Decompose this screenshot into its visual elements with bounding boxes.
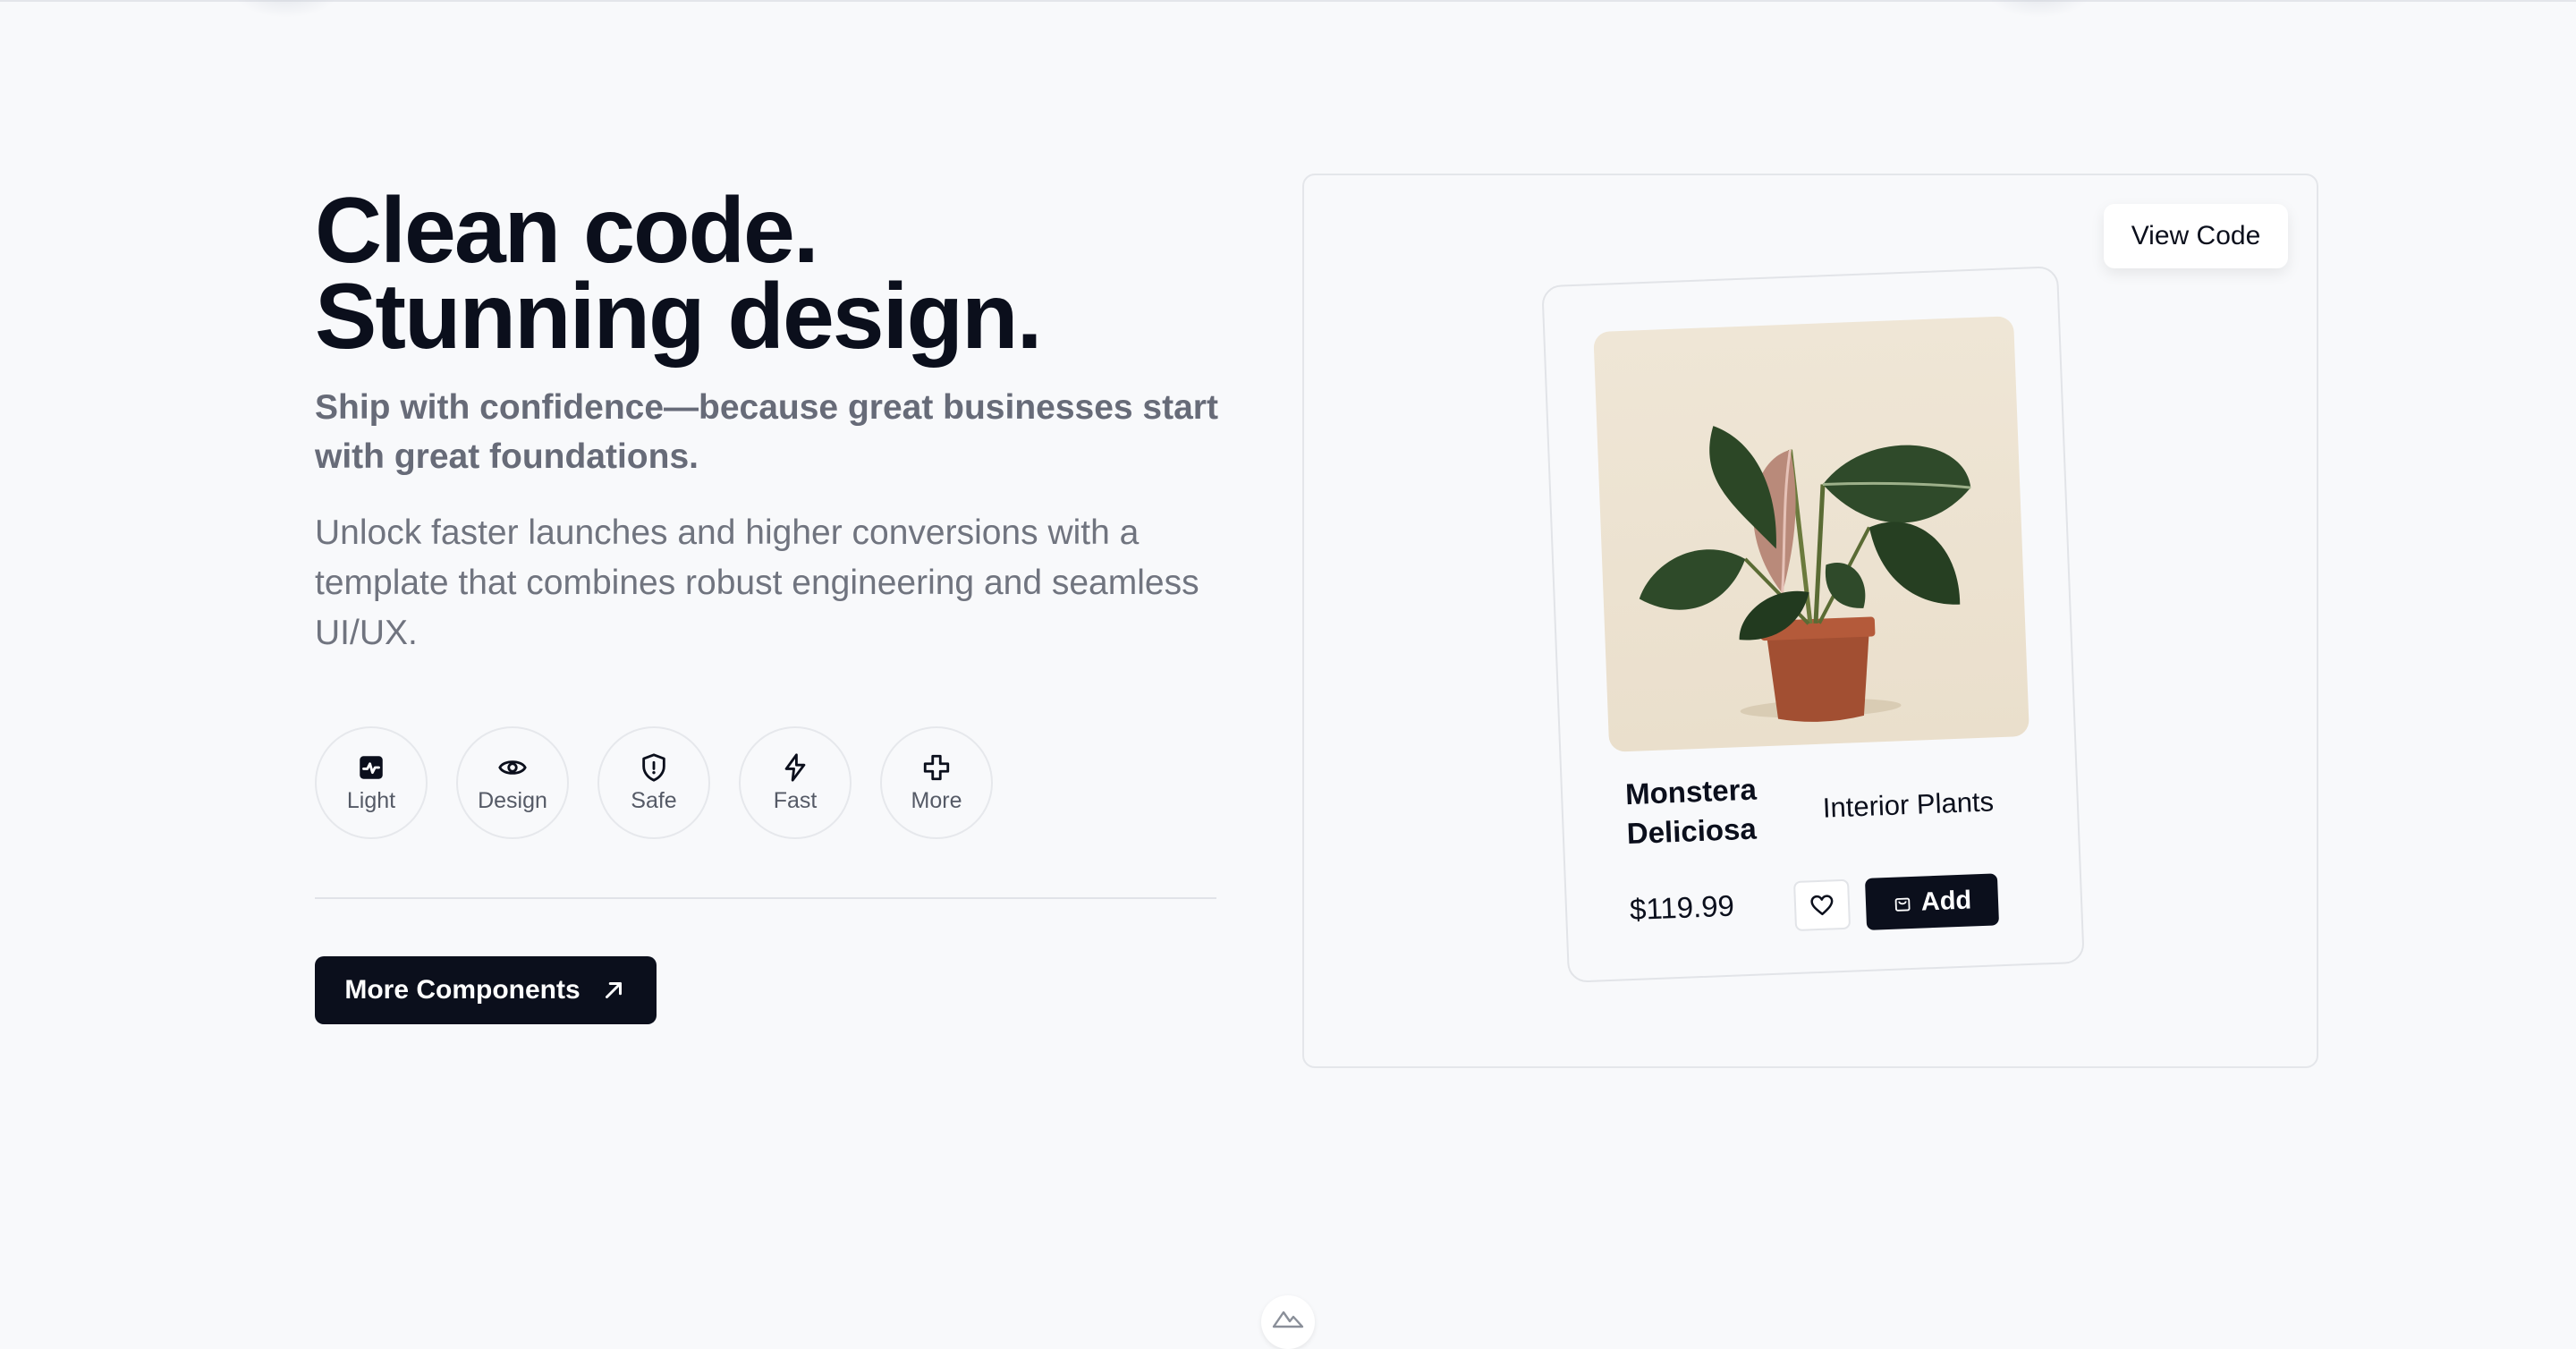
hero-text: Clean code. Stunning design. Ship with c… [315,179,1218,658]
feature-label: More [911,787,962,813]
feature-design[interactable]: Design [456,726,569,839]
top-border [0,0,2576,2]
hero-subheadline: Ship with confidence—because great busin… [315,388,1218,476]
shopping-bag-icon [1894,897,1911,912]
favorite-button[interactable] [1793,878,1852,932]
plus-icon [923,754,950,780]
more-components-label: More Components [344,975,580,1005]
mountain-logo-icon [1272,1311,1304,1328]
decorative-blur [1986,0,2093,18]
feature-label: Fast [773,787,818,813]
feature-label: Light [346,787,396,813]
feature-label: Design [478,787,547,813]
product-category: Interior Plants [1822,785,1995,824]
hero-headline: Clean code. Stunning design. [315,179,1042,369]
product-price: $119.99 [1629,888,1735,927]
add-to-cart-button[interactable]: Add [1864,873,2000,930]
logo-badge[interactable] [1261,1295,1315,1349]
decorative-blur [233,0,340,18]
feature-list: Light Design Safe Fast More [315,726,993,839]
lightning-icon [784,752,806,782]
feature-light[interactable]: Light [315,726,428,839]
feature-label: Safe [631,787,677,813]
arrow-up-right-icon [605,982,622,998]
add-label: Add [1920,885,1972,917]
plant-illustration [1639,426,1971,722]
product-name: Monstera Deliciosa [1624,772,1758,851]
feature-fast[interactable]: Fast [739,726,852,839]
heart-icon [1810,895,1834,916]
feature-more[interactable]: More [880,726,993,839]
eye-icon [498,759,527,775]
view-code-button[interactable]: View Code [2104,204,2288,268]
product-image [1593,316,2029,752]
section-divider [315,897,1216,899]
product-card: Monstera Deliciosa Interior Plants $119.… [1541,266,2085,983]
activity-square-icon [360,755,383,779]
hero-description: Unlock faster launches and higher conver… [315,513,1199,652]
shield-icon [642,752,665,782]
more-components-button[interactable]: More Components [315,956,657,1024]
feature-safe[interactable]: Safe [597,726,710,839]
